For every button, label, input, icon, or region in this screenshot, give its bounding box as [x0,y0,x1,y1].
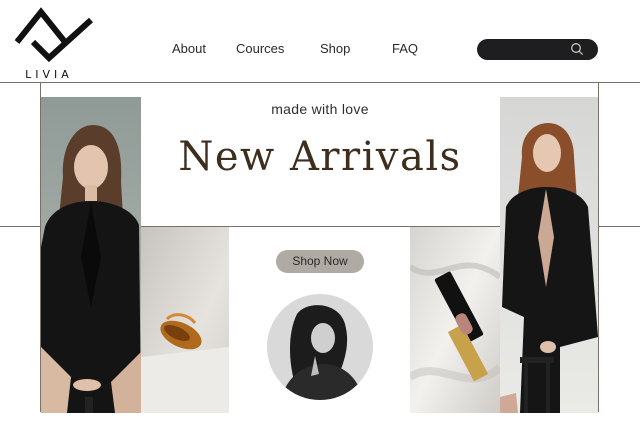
nav-link-about[interactable]: About [172,41,206,56]
diamond-check-logo-icon [14,7,93,63]
nav-link-cources[interactable]: Cources [236,41,284,56]
brand-logo[interactable]: LIVIA [10,4,96,81]
search-input[interactable] [487,41,575,60]
model-circle-photo [267,294,373,400]
hair-claw-photo [141,227,229,413]
search-bar[interactable] [477,39,598,60]
nav-link-shop[interactable]: Shop [320,41,350,56]
header-divider [0,82,640,83]
search-icon[interactable] [570,42,584,56]
nav-link-faq[interactable]: FAQ [392,41,418,56]
model-left-photo [41,97,141,413]
hero-headline: New Arrivals [178,134,462,180]
lipstick-photo [410,227,500,413]
brand-name: LIVIA [25,68,73,81]
hero-tagline: made with love [271,101,369,117]
shop-now-button[interactable]: Shop Now [276,250,364,273]
frame-line-right [598,82,599,412]
model-right-photo [500,97,598,413]
